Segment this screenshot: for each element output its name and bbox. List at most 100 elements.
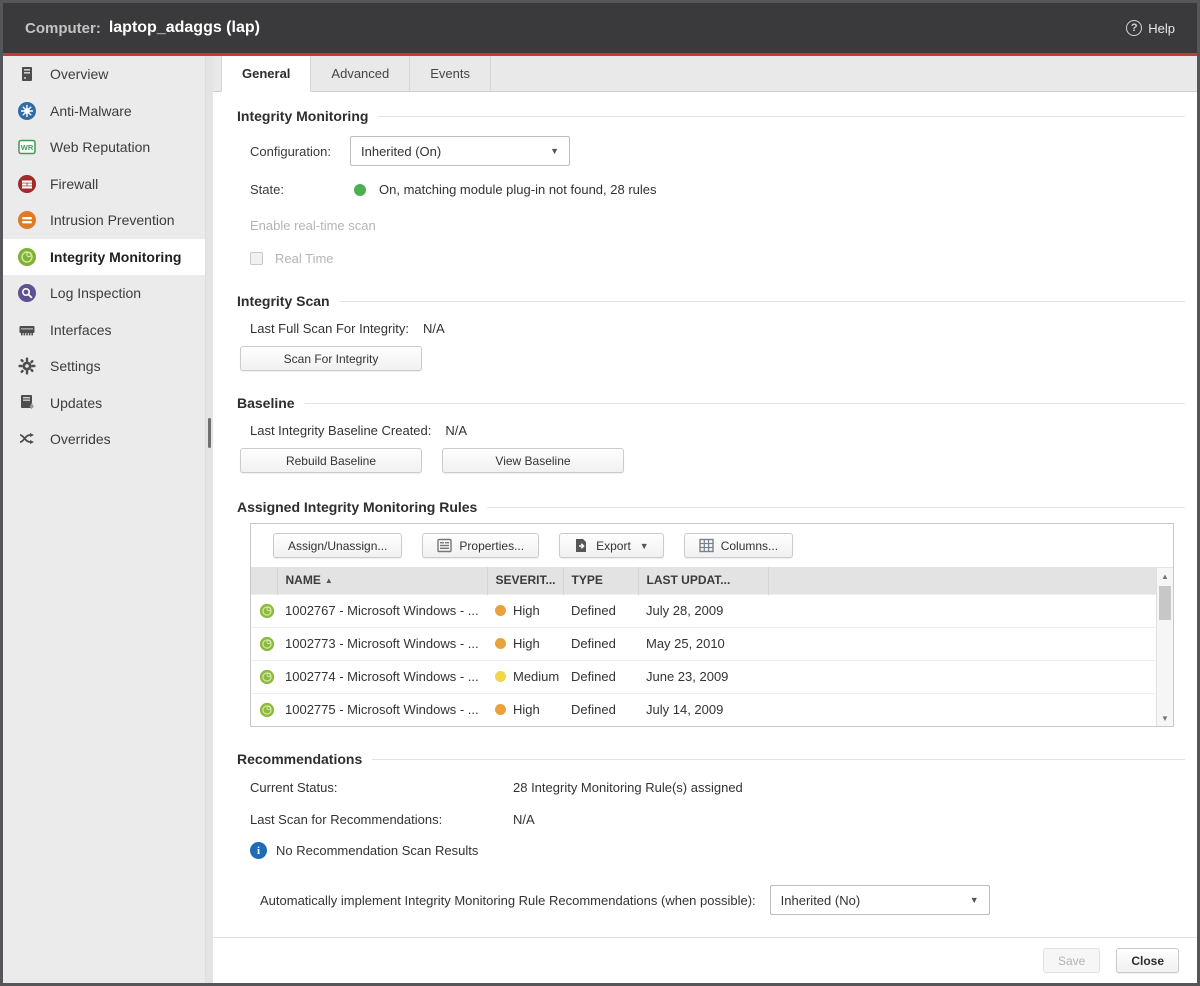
severity-label: High xyxy=(513,702,540,717)
svg-text:WR: WR xyxy=(21,143,34,152)
rules-scrollbar[interactable]: ▲ ▼ xyxy=(1156,568,1173,726)
properties-button[interactable]: Properties... xyxy=(422,533,539,558)
table-row[interactable]: 1002773 - Microsoft Windows - ... High D… xyxy=(251,627,1173,660)
scroll-up-icon[interactable]: ▲ xyxy=(1161,568,1169,584)
configuration-value: Inherited (On) xyxy=(361,144,550,159)
sidebar-item-label: Web Reputation xyxy=(50,139,150,155)
current-status-value: 28 Integrity Monitoring Rule(s) assigned xyxy=(513,780,743,795)
sidebar-item-updates[interactable]: Updates xyxy=(3,385,213,422)
help-label: Help xyxy=(1148,21,1175,36)
sidebar-item-overview[interactable]: Overview xyxy=(3,56,213,93)
current-status-label: Current Status: xyxy=(250,780,513,795)
integrity-rule-icon xyxy=(259,603,275,619)
sidebar-item-label: Updates xyxy=(50,395,102,411)
rebuild-baseline-button[interactable]: Rebuild Baseline xyxy=(240,448,422,473)
sidebar-item-overrides[interactable]: Overrides xyxy=(3,421,213,458)
sidebar-item-label: Overrides xyxy=(50,431,111,447)
close-button[interactable]: Close xyxy=(1116,948,1179,973)
tab-bar: General Advanced Events xyxy=(213,56,1197,92)
integrity-monitoring-icon xyxy=(18,248,36,266)
scroll-down-icon[interactable]: ▼ xyxy=(1161,710,1169,726)
info-icon: i xyxy=(250,842,267,859)
content-pane: General Advanced Events Integrity Monito… xyxy=(213,56,1197,983)
rule-type: Defined xyxy=(571,702,616,717)
rule-last-update: June 23, 2009 xyxy=(646,669,728,684)
header-type[interactable]: TYPE xyxy=(563,567,638,594)
window-title: laptop_adaggs (lap) xyxy=(109,19,260,37)
real-time-label: Real Time xyxy=(275,251,334,266)
auto-implement-label: Automatically implement Integrity Monito… xyxy=(260,893,756,908)
table-row[interactable]: 1002767 - Microsoft Windows - ... High D… xyxy=(251,594,1173,627)
rule-icon-cell xyxy=(251,594,277,627)
server-icon xyxy=(18,65,36,83)
last-baseline-value: N/A xyxy=(445,423,467,438)
sidebar-item-label: Intrusion Prevention xyxy=(50,212,175,228)
sidebar-item-interfaces[interactable]: Interfaces xyxy=(3,312,213,349)
footer-bar: Save Close xyxy=(213,937,1197,983)
configuration-label: Configuration: xyxy=(250,144,350,159)
scan-for-integrity-button[interactable]: Scan For Integrity xyxy=(240,346,422,371)
rules-table-header: NAME▲ SEVERIT... TYPE LAST UPDAT... xyxy=(251,567,1173,594)
rule-type: Defined xyxy=(571,603,616,618)
assign-unassign-button[interactable]: Assign/Unassign... xyxy=(273,533,402,558)
auto-implement-value: Inherited (No) xyxy=(781,893,970,908)
web-reputation-icon: WR xyxy=(18,138,36,156)
section-title-baseline: Baseline xyxy=(237,395,1185,411)
sidebar-item-firewall[interactable]: Firewall xyxy=(3,166,213,203)
sidebar-item-settings[interactable]: Settings xyxy=(3,348,213,385)
sidebar-scrollbar[interactable] xyxy=(205,56,213,983)
header-last-update[interactable]: LAST UPDAT... xyxy=(638,567,768,594)
severity-label: Medium xyxy=(513,669,559,684)
antimalware-icon xyxy=(18,102,36,120)
sidebar-item-log-inspection[interactable]: Log Inspection xyxy=(3,275,213,312)
help-button[interactable]: ? Help xyxy=(1126,20,1175,36)
last-full-scan-label: Last Full Scan For Integrity: xyxy=(250,321,409,336)
columns-button[interactable]: Columns... xyxy=(684,533,793,558)
table-row[interactable]: 1002775 - Microsoft Windows - ... High D… xyxy=(251,693,1173,726)
sidebar-item-anti-malware[interactable]: Anti-Malware xyxy=(3,93,213,130)
tab-advanced[interactable]: Advanced xyxy=(311,56,410,91)
rules-scrollbar-thumb[interactable] xyxy=(1159,586,1171,620)
rules-scrollbar-track[interactable] xyxy=(1157,584,1173,710)
table-row[interactable]: 1002774 - Microsoft Windows - ... Medium… xyxy=(251,660,1173,693)
section-title-integrity-scan: Integrity Scan xyxy=(237,293,1185,309)
sidebar-item-web-reputation[interactable]: WR Web Reputation xyxy=(3,129,213,166)
assigned-rules-panel: Assign/Unassign... Properties... xyxy=(250,523,1174,727)
shuffle-icon xyxy=(18,430,36,448)
export-button[interactable]: Export ▼ xyxy=(559,533,664,558)
tab-general[interactable]: General xyxy=(221,56,311,92)
rule-type: Defined xyxy=(571,636,616,651)
auto-implement-select[interactable]: Inherited (No) ▼ xyxy=(770,885,990,915)
section-rule xyxy=(487,507,1185,508)
rule-last-update: July 14, 2009 xyxy=(646,702,723,717)
gear-icon xyxy=(18,357,36,375)
header-icon-column xyxy=(251,567,277,594)
configuration-select[interactable]: Inherited (On) ▼ xyxy=(350,136,570,166)
sidebar-item-label: Overview xyxy=(50,66,108,82)
sidebar-item-label: Integrity Monitoring xyxy=(50,249,181,265)
sidebar-item-intrusion-prevention[interactable]: Intrusion Prevention xyxy=(3,202,213,239)
sidebar-item-integrity-monitoring[interactable]: Integrity Monitoring xyxy=(3,239,213,276)
rule-icon-cell xyxy=(251,660,277,693)
sidebar: Overview Anti-Malware WR Web Reputation … xyxy=(3,56,213,983)
header-severity[interactable]: SEVERIT... xyxy=(487,567,563,594)
rule-type: Defined xyxy=(571,669,616,684)
sidebar-item-label: Anti-Malware xyxy=(50,103,132,119)
sidebar-scrollbar-thumb[interactable] xyxy=(208,418,211,448)
tab-events[interactable]: Events xyxy=(410,56,491,91)
rule-name: 1002773 - Microsoft Windows - ... xyxy=(285,636,479,651)
view-baseline-button[interactable]: View Baseline xyxy=(442,448,624,473)
chevron-down-icon: ▼ xyxy=(970,895,979,905)
state-label: State: xyxy=(250,182,350,197)
save-button[interactable]: Save xyxy=(1043,948,1100,973)
help-icon: ? xyxy=(1126,20,1142,36)
rule-last-update: May 25, 2010 xyxy=(646,636,725,651)
section-rule xyxy=(372,759,1185,760)
export-icon xyxy=(574,538,589,553)
real-time-checkbox[interactable] xyxy=(250,252,263,265)
computer-details-window: Computer: laptop_adaggs (lap) ? Help Ove… xyxy=(0,0,1200,986)
rule-icon-cell xyxy=(251,693,277,726)
enable-realtime-scan-label: Enable real-time scan xyxy=(250,218,1185,233)
tab-panel-general: Integrity Monitoring Configuration: Inhe… xyxy=(213,92,1197,937)
header-name[interactable]: NAME▲ xyxy=(277,567,487,594)
